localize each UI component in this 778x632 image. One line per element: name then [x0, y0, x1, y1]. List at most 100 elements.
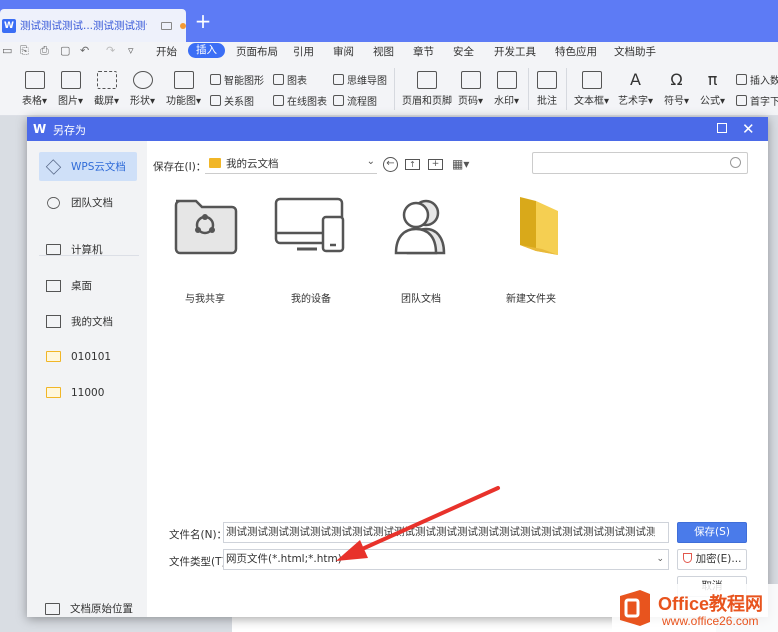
tile-my-devices[interactable]: 我的设备 [271, 195, 351, 305]
watermark-brand: Office教程网 [658, 594, 764, 614]
wps-logo-icon: W [33, 122, 47, 136]
menu-features[interactable]: 特色应用 [555, 44, 597, 59]
comment-icon [537, 71, 557, 89]
ribbon-separator [566, 68, 567, 110]
menu-view[interactable]: 视图 [373, 44, 394, 59]
print-icon[interactable]: ⎙ [40, 44, 49, 58]
file-name-input[interactable]: 测试测试测试测试测试测试测试测试测试测试测试测试测试测试测试测试测试测试测试测试… [223, 522, 669, 543]
tile-team-docs[interactable]: 团队文档 [381, 195, 461, 305]
undo-icon[interactable]: ↶ [80, 44, 89, 57]
redo-icon[interactable]: ↷ [106, 44, 115, 57]
file-type-dropdown[interactable]: 网页文件(*.html;*.htm) ⌄ [223, 549, 669, 570]
cloud-cube-icon [45, 158, 62, 175]
menu-developer[interactable]: 开发工具 [494, 44, 536, 59]
symbol-button[interactable]: Ω 符号▾ [664, 71, 689, 108]
menu-chapter[interactable]: 章节 [413, 44, 434, 59]
sidebar-item-computer[interactable]: 计算机 [39, 235, 137, 264]
document-tab-title: 测试测试测试...测试测试测试 [20, 20, 148, 32]
shared-folder-icon [174, 199, 238, 255]
header-footer-button[interactable]: 页眉和页脚 [402, 71, 452, 107]
page-number-button[interactable]: 页码▾ [458, 71, 483, 107]
comment-button[interactable]: 批注 [537, 71, 557, 107]
sidebar-item-folder-11000[interactable]: 11000 [39, 378, 137, 407]
flowchart-icon [333, 95, 344, 106]
flowchart-button[interactable]: 流程图 [333, 93, 377, 108]
up-folder-icon[interactable]: ↑ [405, 159, 420, 170]
watermark-icon [496, 71, 517, 89]
chart-button[interactable]: 图表 [273, 72, 307, 87]
chevron-down-icon: ⌄ [366, 156, 375, 167]
sidebar-item-team-docs[interactable]: 团队文档 [39, 188, 137, 217]
shape-icon [132, 71, 153, 89]
menu-security[interactable]: 安全 [453, 44, 474, 59]
menu-references[interactable]: 引用 [293, 44, 314, 59]
back-icon[interactable]: ← [383, 157, 398, 172]
sidebar-item-my-documents[interactable]: 我的文档 [39, 307, 137, 336]
save-icon[interactable]: ▭ [2, 44, 12, 57]
dialog-title-bar[interactable]: W 另存为 ✕ [27, 117, 768, 141]
search-input[interactable] [532, 152, 748, 174]
sidebar-item-wps-cloud[interactable]: WPS云文档 [39, 152, 137, 181]
team-docs-icon [394, 199, 446, 255]
tile-label: 与我共享 [185, 294, 225, 305]
online-chart-icon [273, 95, 284, 106]
online-chart-button[interactable]: 在线图表 [273, 93, 327, 108]
monitor-icon[interactable] [161, 21, 173, 30]
encrypt-button[interactable]: 加密(E)... [677, 549, 747, 570]
shield-icon [682, 553, 692, 563]
menu-page-layout[interactable]: 页面布局 [236, 44, 278, 59]
smart-graphic-icon [210, 74, 221, 85]
maximize-icon[interactable] [717, 123, 727, 133]
close-icon[interactable]: ✕ [742, 119, 755, 139]
print-preview-icon[interactable]: ▢ [60, 44, 70, 57]
screenshot-button[interactable]: 截屏▾ [94, 71, 119, 107]
location-dropdown[interactable]: 我的云文档 ⌄ [205, 153, 377, 174]
folder-icon [46, 387, 61, 398]
sidebar-item-desktop[interactable]: 桌面 [39, 271, 137, 300]
insert-ribbon: 表格▾ 图片▾ 截屏▾ 形状▾ 功能图▾ 智能图形 图表 思维导图 关系图 在线… [0, 60, 778, 116]
shape-button[interactable]: 形状▾ [130, 71, 155, 107]
file-name-label: 文件名(N)： [169, 529, 228, 541]
document-tab[interactable]: W 测试测试测试...测试测试测试 [0, 9, 186, 42]
word-art-button[interactable]: A 艺术字▾ [618, 71, 653, 108]
computer-icon [46, 244, 61, 255]
insert-number-button[interactable]: 插入数 [736, 72, 778, 87]
ribbon-separator [394, 68, 395, 110]
smart-graphic-button[interactable]: 智能图形 [210, 72, 264, 87]
new-tab-button[interactable]: + [192, 10, 214, 32]
original-location-link[interactable]: 文档原始位置 [45, 601, 133, 616]
search-icon [730, 157, 741, 168]
mind-map-button[interactable]: 思维导图 [333, 72, 387, 87]
ribbon-separator [528, 68, 529, 110]
tile-shared-with-me[interactable]: 与我共享 [165, 195, 245, 305]
my-documents-icon [46, 315, 61, 328]
file-name-scroll [655, 523, 668, 542]
view-grid-icon[interactable]: ▦▾ [452, 157, 469, 172]
function-chart-icon [173, 71, 194, 89]
new-folder-icon[interactable]: + [428, 159, 443, 170]
folder-icon [46, 351, 61, 362]
sidebar-item-folder-010101[interactable]: 010101 [39, 342, 137, 371]
pi-icon: π [707, 70, 718, 89]
drop-cap-button[interactable]: 首字下 [736, 93, 778, 108]
office26-watermark: Office教程网 www.office26.com [612, 584, 778, 632]
menu-review[interactable]: 审阅 [333, 44, 354, 59]
relation-chart-button[interactable]: 关系图 [210, 93, 254, 108]
export-pdf-icon[interactable]: ⎘ [20, 44, 29, 58]
function-chart-button[interactable]: 功能图▾ [166, 71, 201, 107]
table-button[interactable]: 表格▾ [22, 71, 47, 107]
textbox-icon [581, 71, 602, 89]
menu-insert[interactable]: 插入 [188, 43, 225, 58]
menu-doc-assistant[interactable]: 文档助手 [614, 44, 656, 59]
customize-toolbar-icon[interactable]: ▿ [128, 44, 134, 57]
menu-home[interactable]: 开始 [156, 44, 177, 59]
watermark-button[interactable]: 水印▾ [494, 71, 519, 107]
save-as-dialog: W 另存为 ✕ WPS云文档 团队文档 计算机 桌面 我的文档 010101 1… [27, 117, 768, 617]
textbox-button[interactable]: 文本框▾ [574, 71, 609, 107]
tile-new-folder[interactable]: 新建文件夹 [491, 195, 571, 305]
location-sidebar: WPS云文档 团队文档 计算机 桌面 我的文档 010101 11000 文档原… [27, 141, 147, 617]
picture-button[interactable]: 图片▾ [58, 71, 83, 107]
menu-bar: ▭ ⎘ ⎙ ▢ ↶ ↷ ▿ 开始 插入 页面布局 引用 审阅 视图 章节 安全 … [0, 42, 778, 60]
save-button[interactable]: 保存(S) [677, 522, 747, 543]
equation-button[interactable]: π 公式▾ [700, 70, 725, 108]
